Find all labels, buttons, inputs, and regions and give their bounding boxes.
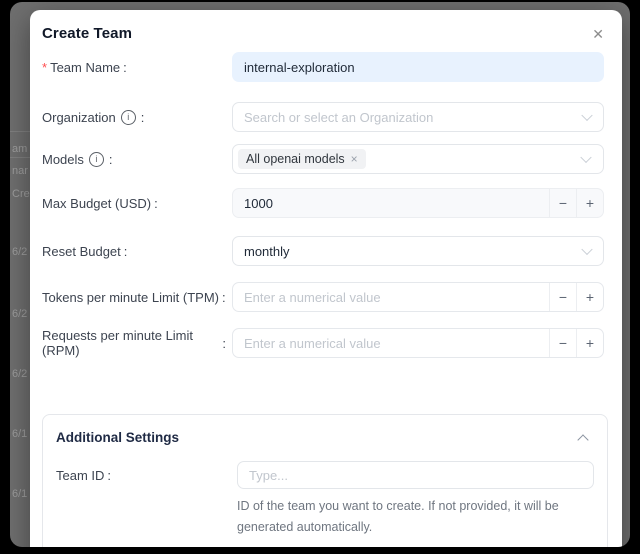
reset-budget-select-input[interactable] bbox=[232, 236, 604, 266]
bg-text-fragment: 6/2 bbox=[12, 308, 32, 320]
max-budget-label: Max Budget (USD) : bbox=[42, 196, 232, 211]
additional-settings-toggle[interactable]: Additional Settings bbox=[56, 430, 592, 445]
field-row-models: Models i : All openai models × bbox=[42, 144, 604, 174]
bg-table-line bbox=[10, 157, 32, 158]
info-icon[interactable]: i bbox=[121, 110, 136, 125]
modal-title: Create Team bbox=[42, 25, 132, 42]
additional-settings-panel: Additional Settings Team ID : ID of the … bbox=[42, 414, 608, 547]
field-row-rpm: Requests per minute Limit (RPM) : − + bbox=[42, 328, 604, 358]
team-id-help-text: ID of the team you want to create. If no… bbox=[237, 496, 587, 537]
field-row-reset-budget: Reset Budget : bbox=[42, 236, 604, 266]
additional-settings-title: Additional Settings bbox=[56, 430, 179, 445]
field-row-max-budget: Max Budget (USD) : − + bbox=[42, 188, 604, 218]
selected-model-tag: All openai models × bbox=[238, 149, 366, 169]
team-id-input[interactable] bbox=[237, 461, 594, 489]
organization-label: Organization i : bbox=[42, 110, 232, 125]
required-mark: * bbox=[42, 60, 47, 75]
create-team-modal: Create Team ✕ * Team Name : Organization… bbox=[30, 10, 622, 547]
decrement-button[interactable]: − bbox=[549, 283, 576, 311]
field-row-team-name: * Team Name : bbox=[42, 52, 604, 82]
bg-table-line bbox=[10, 131, 32, 132]
bg-text-fragment: 6/2 bbox=[12, 368, 32, 380]
field-row-team-id: Team ID : bbox=[56, 461, 594, 489]
increment-button[interactable]: + bbox=[576, 329, 603, 357]
tpm-input[interactable] bbox=[233, 283, 549, 311]
app-window: am nar Cre 6/2 6/2 6/2 6/1 6/1 Create Te… bbox=[10, 2, 630, 547]
info-icon[interactable]: i bbox=[89, 152, 104, 167]
tpm-stepper: − + bbox=[232, 282, 604, 312]
increment-button[interactable]: + bbox=[576, 189, 603, 217]
bg-text-fragment: 6/1 bbox=[12, 428, 32, 440]
max-budget-stepper: − + bbox=[232, 188, 604, 218]
reset-budget-select[interactable] bbox=[232, 236, 604, 266]
increment-button[interactable]: + bbox=[576, 283, 603, 311]
chevron-down-icon bbox=[580, 152, 591, 163]
models-multiselect[interactable]: All openai models × bbox=[232, 144, 604, 174]
rpm-label: Requests per minute Limit (RPM) : bbox=[42, 328, 232, 358]
bg-text-fragment: 6/1 bbox=[12, 488, 32, 500]
team-name-label: * Team Name : bbox=[42, 60, 232, 75]
decrement-button[interactable]: − bbox=[549, 189, 576, 217]
field-row-organization: Organization i : bbox=[42, 102, 604, 132]
decrement-button[interactable]: − bbox=[549, 329, 576, 357]
remove-tag-icon[interactable]: × bbox=[351, 153, 358, 165]
models-label: Models i : bbox=[42, 152, 232, 167]
rpm-stepper: − + bbox=[232, 328, 604, 358]
modal-header: Create Team ✕ bbox=[30, 10, 622, 43]
organization-select[interactable] bbox=[232, 102, 604, 132]
team-id-label: Team ID : bbox=[56, 468, 237, 483]
bg-text-fragment: nar bbox=[12, 165, 32, 177]
team-name-input[interactable] bbox=[232, 52, 604, 82]
organization-select-input[interactable] bbox=[232, 102, 604, 132]
bg-text-fragment: Cre bbox=[12, 188, 32, 200]
tpm-label: Tokens per minute Limit (TPM) : bbox=[42, 290, 232, 305]
reset-budget-label: Reset Budget : bbox=[42, 244, 232, 259]
close-icon[interactable]: ✕ bbox=[590, 25, 606, 43]
chevron-up-icon bbox=[577, 434, 588, 445]
rpm-input[interactable] bbox=[233, 329, 549, 357]
bg-text-fragment: am bbox=[12, 143, 32, 155]
bg-text-fragment: 6/2 bbox=[12, 246, 32, 258]
field-row-tpm: Tokens per minute Limit (TPM) : − + bbox=[42, 282, 604, 312]
max-budget-input[interactable] bbox=[233, 189, 549, 217]
